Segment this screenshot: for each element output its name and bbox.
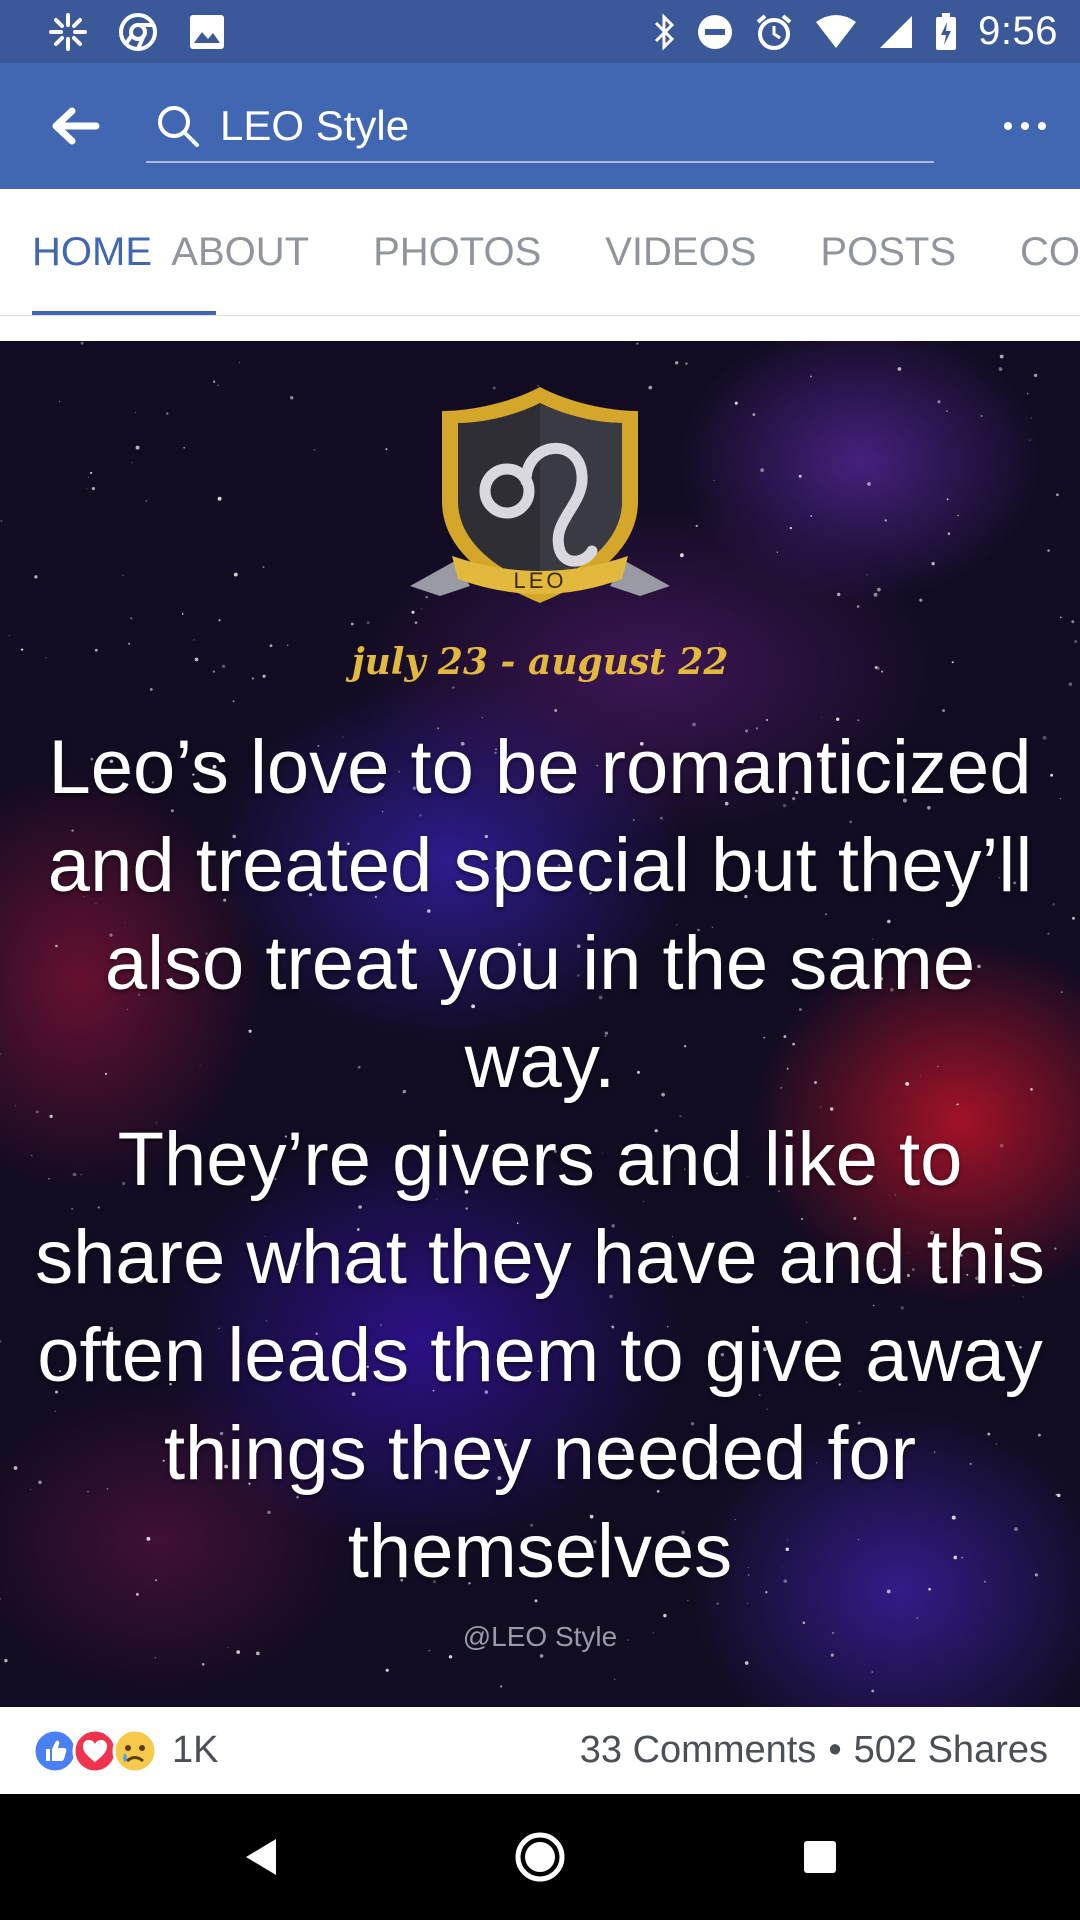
chrome-icon <box>118 12 158 52</box>
tab-videos[interactable]: VIDEOS <box>605 189 756 315</box>
reactions-bar: 1K 33 Comments • 502 Shares <box>0 1707 1080 1794</box>
separator-dot: • <box>828 1729 842 1771</box>
crest-label: LEO <box>513 568 566 593</box>
bluetooth-icon <box>652 12 676 52</box>
engagement-stats: 33 Comments • 502 Shares <box>580 1729 1048 1772</box>
nav-home-icon <box>515 1832 565 1882</box>
nav-back-icon <box>246 1839 276 1875</box>
comments-count-link[interactable]: 33 Comments <box>580 1729 817 1772</box>
search-icon <box>158 106 199 147</box>
nav-recents-button[interactable] <box>770 1807 870 1907</box>
more-options-button[interactable] <box>970 63 1080 189</box>
status-bar: 9:56 <box>0 0 1080 63</box>
nav-home-button[interactable] <box>490 1807 590 1907</box>
quote-line: They’re givers and like to <box>117 1117 963 1202</box>
pinwheel-icon <box>48 12 88 52</box>
reaction-count[interactable]: 1K <box>172 1729 218 1772</box>
page-search-field[interactable]: LEO Style <box>146 63 934 189</box>
app-bar: LEO Style <box>0 63 1080 189</box>
nav-back-button[interactable] <box>210 1807 310 1907</box>
status-time: 9:56 <box>978 9 1058 53</box>
quote-line: themselves <box>347 1509 733 1594</box>
image-icon <box>188 13 226 51</box>
alarm-icon <box>754 12 794 52</box>
system-nav-bar <box>0 1794 1080 1920</box>
quote-line: also treat you in the same <box>104 921 976 1006</box>
wifi-icon <box>814 14 858 50</box>
quote-line: share what they have and this <box>35 1215 1045 1300</box>
back-button[interactable] <box>0 63 150 189</box>
tab-posts[interactable]: POSTS <box>820 189 956 315</box>
tab-photos[interactable]: PHOTOS <box>373 189 541 315</box>
leo-crest-icon: LEO <box>410 387 670 603</box>
reaction-summary[interactable] <box>32 1728 158 1774</box>
signal-icon <box>878 14 914 50</box>
tab-community[interactable]: CO <box>1020 189 1080 315</box>
watermark: @LEO Style <box>462 1621 618 1652</box>
quote-line: often leads them to give away <box>37 1313 1043 1398</box>
quote-line: way. <box>464 1019 616 1104</box>
more-icon <box>1004 122 1046 130</box>
quote-text: Leo’s love to be romanticized and treate… <box>0 719 1080 1601</box>
search-query-text: LEO Style <box>220 102 410 149</box>
sad-icon <box>112 1728 158 1773</box>
post-image[interactable]: LEO july 23 - august 22 Leo’s love to be… <box>0 341 1080 1707</box>
tab-home[interactable]: HOME <box>32 189 217 315</box>
shares-count-link[interactable]: 502 Shares <box>854 1729 1048 1772</box>
date-range: july 23 - august 22 <box>351 641 729 683</box>
quote-line: and treated special but they’ll <box>47 823 1033 908</box>
quote-line: things they needed for <box>163 1411 917 1496</box>
nav-recents-icon <box>804 1841 836 1873</box>
page-tabs: HOME ABOUT PHOTOS VIDEOS POSTS CO <box>0 189 1080 316</box>
back-arrow-icon <box>52 107 100 145</box>
tab-about[interactable]: ABOUT <box>171 189 309 315</box>
battery-icon <box>934 12 958 52</box>
do-not-disturb-icon <box>696 13 734 51</box>
quote-line: Leo’s love to be romanticized <box>48 725 1032 810</box>
